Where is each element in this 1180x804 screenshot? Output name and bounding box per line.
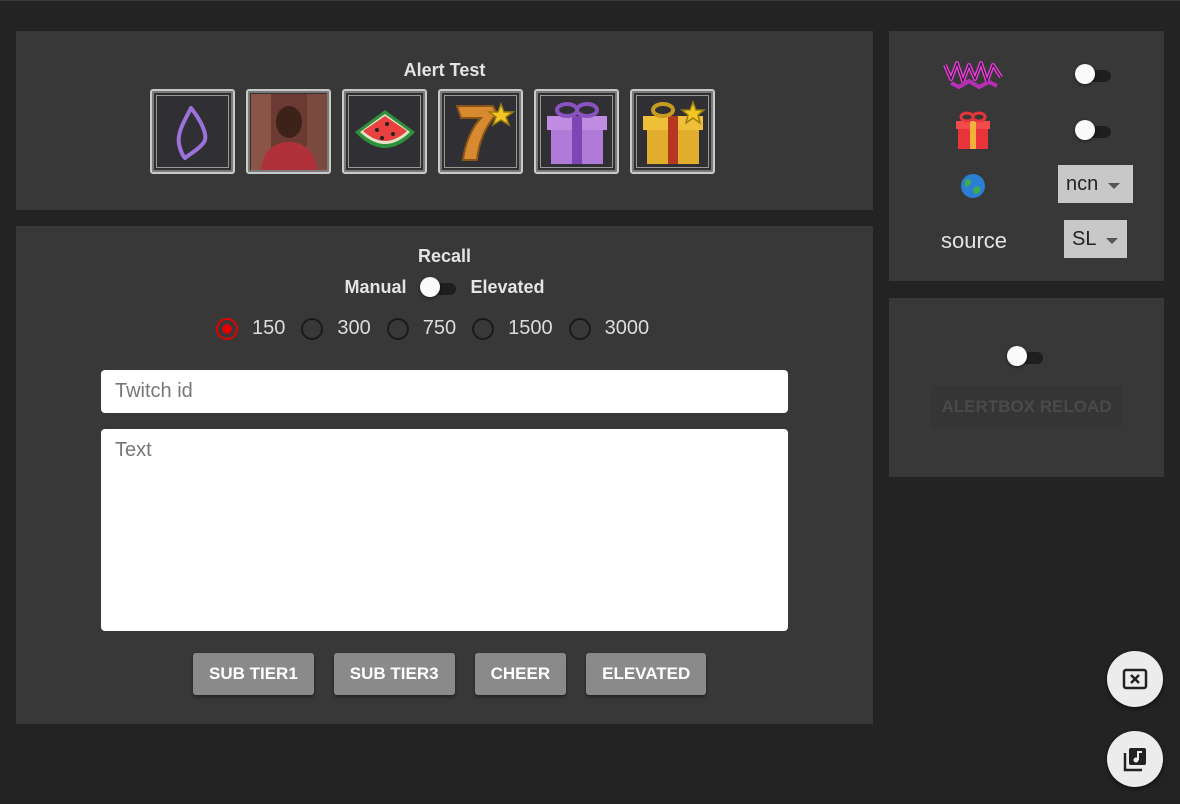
radio-button[interactable] [216,317,238,340]
logo-toggle[interactable] [1075,63,1111,85]
amount-label: 150 [252,317,286,339]
recall-title: Recall [417,246,472,266]
globe-cell [941,166,1005,206]
alert-tile-seven[interactable] [438,89,523,174]
amount-option-3000[interactable]: 3000 [568,317,650,340]
elevated-button[interactable]: ELEVATED [586,653,707,695]
twitch-id-input[interactable] [101,370,788,413]
radio-button[interactable] [568,317,591,340]
amount-option-300[interactable]: 300 [301,317,371,340]
music-library-button[interactable] [1107,731,1163,787]
alert-test-panel: Alert Test [16,31,873,210]
globe-icon [961,174,985,198]
top-divider [0,0,1180,1]
person-photo-thumbnail [250,93,327,170]
pink-graffiti-logo [943,61,1003,90]
alert-test-title: Alert Test [403,60,486,80]
amount-option-150[interactable]: 150 [216,317,285,340]
settings-panel: ncn source SL [889,31,1164,281]
amount-option-1500[interactable]: 1500 [472,317,553,340]
radio-button[interactable] [386,317,409,340]
red-gift-icon [956,111,990,149]
alert-tile-crystal[interactable] [150,89,235,174]
source-label: source [940,228,1008,253]
source-select[interactable]: SL [1064,220,1127,258]
mode-toggle[interactable] [420,276,457,298]
mode-elevated-label: Elevated [470,276,545,297]
sub-tier1-button[interactable]: SUB TIER1 [193,653,314,695]
purple-gift-icon [546,101,607,164]
alertbox-toggle[interactable] [1007,345,1043,367]
region-select[interactable]: ncn [1058,165,1133,203]
chevron-down-icon [1108,182,1121,189]
logo-row [889,54,1164,94]
mode-switch-row: Manual Elevated [16,276,873,298]
source-value: SL [1072,227,1097,250]
message-text-area[interactable] [101,429,788,631]
alertbox-panel: ALERTBOX RELOAD [889,298,1164,477]
cheer-button[interactable]: CHEER [474,653,567,695]
gift-cell [941,110,1005,150]
chevron-down-icon [1106,237,1119,244]
alert-tile-purple-gift[interactable] [534,89,619,174]
alertbox-toggle-knob [1007,346,1027,366]
alert-tile-gold-gift[interactable] [630,89,715,174]
source-row: source SL [889,220,1164,261]
action-button-row: SUB TIER1 SUB TIER3 CHEER ELEVATED [193,653,707,695]
radio-button[interactable] [301,317,324,340]
amount-label: 1500 [508,317,553,339]
mode-manual-label: Manual [344,276,407,297]
source-label-cell: source [929,221,1019,261]
amount-label: 300 [337,317,371,339]
watermelon-icon [354,109,415,148]
close-box-icon [1122,668,1148,690]
music-library-icon [1123,748,1146,772]
region-row: ncn [889,165,1164,206]
logo-cell [941,54,1005,94]
gift-row [889,110,1164,150]
region-value: ncn [1066,172,1099,195]
amount-label: 750 [422,317,457,339]
logo-toggle-knob [1075,64,1095,84]
alert-tile-watermelon[interactable] [342,89,427,174]
amount-label: 3000 [604,317,650,339]
gift-toggle[interactable] [1075,119,1111,141]
close-box-button[interactable] [1107,651,1163,707]
gift-toggle-knob [1075,120,1095,140]
sub-tier3-button[interactable]: SUB TIER3 [333,653,455,695]
alert-tile-row [150,89,715,174]
radio-button[interactable] [472,317,495,340]
gold-gift-icon [642,99,706,164]
lucky-seven-icon [455,101,515,161]
alertbox-reload-button[interactable]: ALERTBOX RELOAD [931,386,1122,428]
amount-option-750[interactable]: 750 [386,317,457,340]
amount-radio-group: 150 300 750 1500 3000 [216,317,665,340]
crystal-outline-icon [176,105,207,160]
alert-tile-person[interactable] [246,89,331,174]
recall-panel: Recall Manual Elevated 150 300 750 1500 … [16,226,873,724]
